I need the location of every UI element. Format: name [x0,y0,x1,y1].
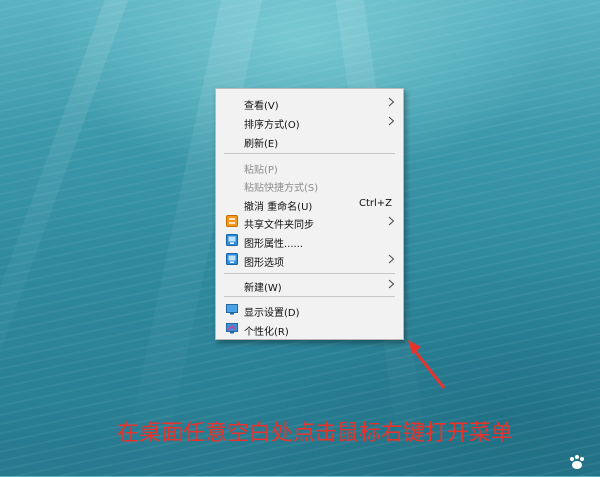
paw-logo-icon [570,455,584,469]
annotation-arrow [408,340,446,389]
instruction-caption: 在桌面任意空白处点击鼠标右键打开菜单 [117,421,514,446]
